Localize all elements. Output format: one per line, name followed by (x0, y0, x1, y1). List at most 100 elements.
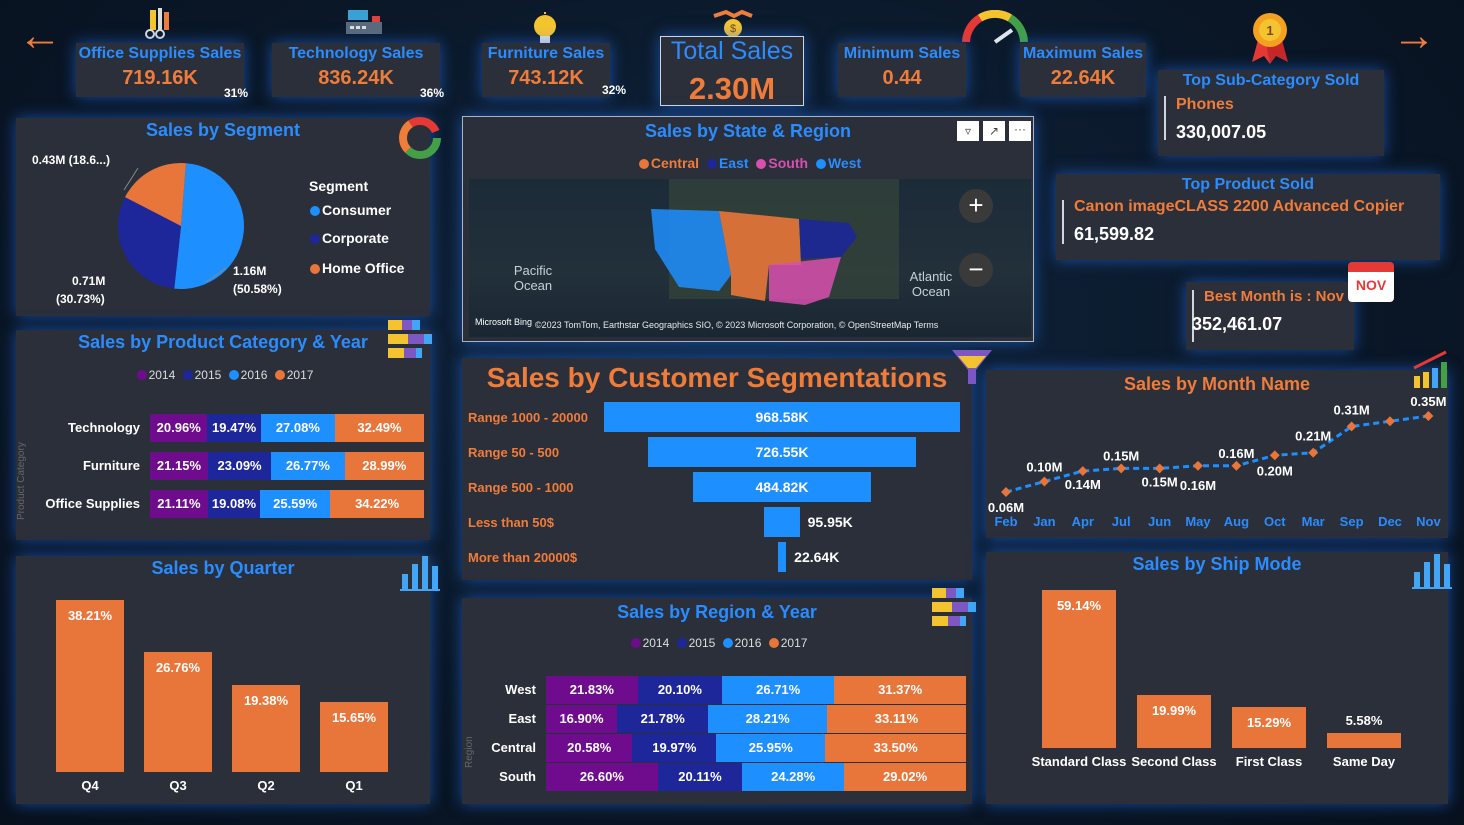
legend-central[interactable]: Central (651, 155, 699, 171)
handshake-money-icon: $ (713, 9, 753, 37)
data-point[interactable] (1001, 487, 1011, 497)
stacked-segment[interactable]: 33.50% (825, 734, 966, 762)
funnel-bar[interactable] (764, 507, 800, 537)
map-legend: Central East South West (463, 155, 1033, 171)
legend-2016[interactable]: 2016 (735, 636, 762, 650)
bar[interactable] (56, 600, 124, 772)
region-west[interactable] (651, 209, 731, 291)
best-month-card[interactable]: Best Month is : Nov 352,461.07 (1186, 282, 1354, 350)
legend-2014[interactable]: 2014 (149, 368, 176, 382)
stacked-segment[interactable]: 33.11% (826, 705, 966, 733)
stacked-segment[interactable]: 20.10% (637, 676, 723, 704)
ship-mode-chart-card[interactable]: Sales by Ship Mode 59.14% Standard Class 1… (986, 552, 1448, 804)
legend-2015[interactable]: 2015 (689, 636, 716, 650)
data-point[interactable] (1039, 476, 1050, 487)
more-options-button[interactable]: ··· (1009, 121, 1031, 141)
map-view[interactable]: Pacific Ocean Atlantic Ocean + − Microso… (469, 179, 1031, 337)
stacked-segment[interactable]: 26.71% (722, 676, 835, 704)
stacked-segment[interactable]: 24.28% (742, 763, 845, 791)
bar-value: 19.38% (243, 692, 289, 708)
stacked-segment[interactable]: 21.15% (150, 452, 208, 480)
map-card[interactable]: Sales by State & Region Central East Sou… (462, 116, 1034, 342)
region-year-card[interactable]: Sales by Region & Year 2014 2015 2016 20… (462, 598, 972, 804)
legend-2017[interactable]: 2017 (287, 368, 314, 382)
label-consumer-value: 1.16M (233, 264, 267, 278)
stacked-segment[interactable]: 16.90% (546, 705, 617, 733)
top-product-card[interactable]: Top Product Sold Canon imageCLASS 2200 A… (1056, 174, 1440, 260)
stacked-segment[interactable]: 21.78% (616, 705, 709, 733)
legend-2014[interactable]: 2014 (643, 636, 670, 650)
stacked-segment[interactable]: 20.11% (657, 763, 743, 791)
stacked-segment[interactable]: 20.58% (546, 734, 633, 762)
legend-title: Segment (309, 178, 369, 194)
legend-corporate[interactable]: Corporate (310, 230, 389, 246)
legend-label: Corporate (322, 230, 389, 246)
kpi-furniture[interactable]: Furniture Sales 743.12K 32% (482, 43, 626, 97)
segment-chart-card[interactable]: Sales by Segment 0.43M (18.6...) 0.71M (… (16, 118, 430, 316)
kpi-minimum-sales[interactable]: Minimum Sales 0.44 (838, 43, 966, 97)
stacked-segment[interactable]: 28.21% (708, 705, 827, 733)
stacked-segment[interactable]: 19.08% (207, 490, 261, 518)
data-point[interactable] (1193, 460, 1203, 471)
stacked-segment[interactable]: 26.60% (546, 763, 658, 791)
legend-2017[interactable]: 2017 (781, 636, 808, 650)
filter-icon[interactable]: ▿ (957, 121, 979, 141)
map-attribution[interactable]: ©2023 TomTom, Earthstar Geographics SIO,… (535, 320, 1001, 330)
data-point[interactable] (1269, 450, 1280, 461)
arrow-left-icon[interactable]: ← (18, 14, 62, 58)
stacked-segment[interactable]: 31.37% (834, 676, 967, 704)
stacked-segment[interactable]: 32.49% (334, 414, 424, 442)
legend-consumer[interactable]: Consumer (310, 202, 391, 218)
focus-mode-icon[interactable]: ↗ (983, 121, 1005, 141)
stacked-segment[interactable]: 29.02% (844, 763, 967, 791)
zoom-in-button[interactable]: + (959, 189, 993, 223)
bar-value: 15.65% (331, 709, 377, 725)
bar[interactable] (1042, 590, 1116, 748)
office-supplies-icon (145, 8, 169, 39)
kpi-total-sales[interactable]: Total Sales 2.30M (660, 36, 804, 106)
quarter-chart-card[interactable]: Sales by Quarter 38.21% Q4 26.76% Q3 19.38% Q… (16, 556, 430, 804)
data-point[interactable] (1423, 411, 1434, 421)
funnel-bar[interactable] (777, 542, 787, 572)
month-chart-card[interactable]: Sales by Month Name 0.06M Feb 0.10M Jan 0.14… (986, 370, 1448, 538)
data-point[interactable] (1116, 463, 1127, 474)
kpi-maximum-sales[interactable]: Maximum Sales 22.64K (1020, 43, 1146, 97)
stacked-segment[interactable]: 19.47% (207, 414, 261, 442)
legend-label: Home Office (322, 260, 405, 276)
stacked-segment[interactable]: 28.99% (344, 452, 424, 480)
data-point[interactable] (1077, 466, 1088, 476)
kpi-office-supplies[interactable]: Office Supplies Sales 719.16K 31% (76, 43, 248, 100)
stacked-segment[interactable]: 34.22% (330, 490, 424, 518)
data-point[interactable] (1154, 463, 1165, 474)
category-year-card[interactable]: Sales by Product Category & Year 2014 20… (16, 330, 430, 540)
top-subcategory-card[interactable]: Top Sub-Category Sold Phones 330,007.05 (1158, 70, 1384, 156)
legend-2015[interactable]: 2015 (195, 368, 222, 382)
stacked-segment[interactable]: 27.08% (260, 414, 335, 442)
legend-2016[interactable]: 2016 (241, 368, 268, 382)
kpi-value: 719.16K (122, 67, 198, 89)
stacked-segment[interactable]: 21.83% (546, 676, 638, 704)
legend-east[interactable]: East (719, 155, 749, 171)
customer-segmentation-card[interactable]: Sales by Customer Segmentations Range 10… (462, 358, 972, 580)
stacked-segment[interactable]: 21.11% (150, 490, 208, 518)
legend-south[interactable]: South (768, 155, 808, 171)
data-point[interactable] (1308, 447, 1319, 458)
kpi-technology[interactable]: Technology Sales 836.24K 36% (272, 43, 444, 100)
bar-value: 19.99% (1151, 702, 1197, 718)
legend-west[interactable]: West (828, 155, 861, 171)
stacked-segment[interactable]: 23.09% (207, 452, 272, 480)
data-point[interactable] (1385, 416, 1395, 427)
stacked-segment[interactable]: 25.95% (716, 734, 826, 762)
zoom-out-button[interactable]: − (959, 253, 993, 287)
legend-home-office[interactable]: Home Office (310, 260, 404, 276)
bing-logo: Microsoft Bing (475, 317, 533, 327)
stacked-segment[interactable]: 19.97% (632, 734, 717, 762)
arrow-right-icon[interactable]: → (1392, 14, 1436, 58)
stacked-segment[interactable]: 26.77% (271, 452, 345, 480)
stacked-segment[interactable]: 25.59% (260, 490, 331, 518)
data-point[interactable] (1231, 460, 1242, 471)
stacked-segment[interactable]: 20.96% (150, 414, 208, 442)
cash-register-icon (346, 10, 382, 34)
kpi-title: Furniture Sales (487, 45, 605, 62)
bar[interactable] (1327, 733, 1401, 748)
